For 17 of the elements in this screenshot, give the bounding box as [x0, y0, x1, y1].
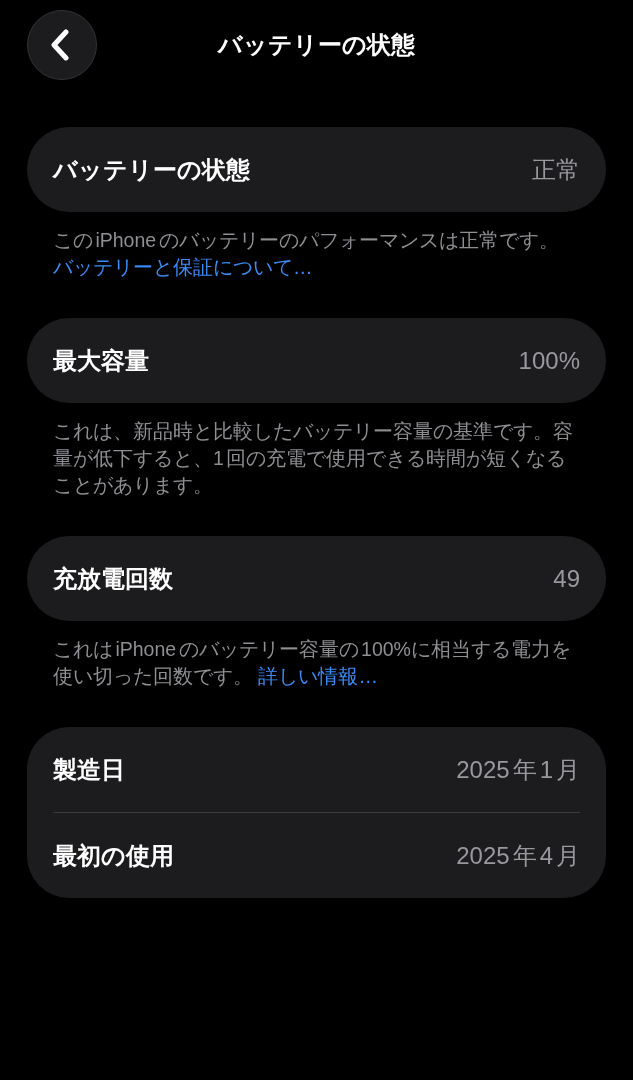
row-value: 2025年1月: [456, 754, 580, 785]
row-label: 最大容量: [53, 345, 149, 376]
row-value: 2025年4月: [456, 840, 580, 871]
row-value: 49: [553, 564, 580, 593]
row-value: 100%: [518, 346, 580, 375]
info-link[interactable]: バッテリーと保証について…: [53, 256, 313, 278]
row-label: バッテリーの状態: [53, 154, 250, 185]
page-title: バッテリーの状態: [216, 30, 416, 60]
footnote-text: このiPhoneのバッテリーのパフォーマンスは正常です。 バッテリーと保証について…: [52, 228, 560, 280]
row-value: 正常: [532, 154, 580, 185]
info-link[interactable]: 詳しい情報…: [258, 665, 378, 687]
row-label: 充放電回数: [53, 563, 173, 594]
chevron-left-icon: [50, 29, 70, 61]
row-label: 最初の使用: [53, 840, 174, 871]
footnote-text: これは、新品時と比較したバッテリー容量の基準です。容量が低下すると、1回の充電で使用できる時間が短くなることがあります。: [52, 419, 574, 498]
footnote-text: これはiPhoneのバッテリー容量の100%に相当する電力を使い切った回数です。 詳しい情報…: [52, 637, 572, 689]
row-label: 製造日: [53, 754, 125, 785]
